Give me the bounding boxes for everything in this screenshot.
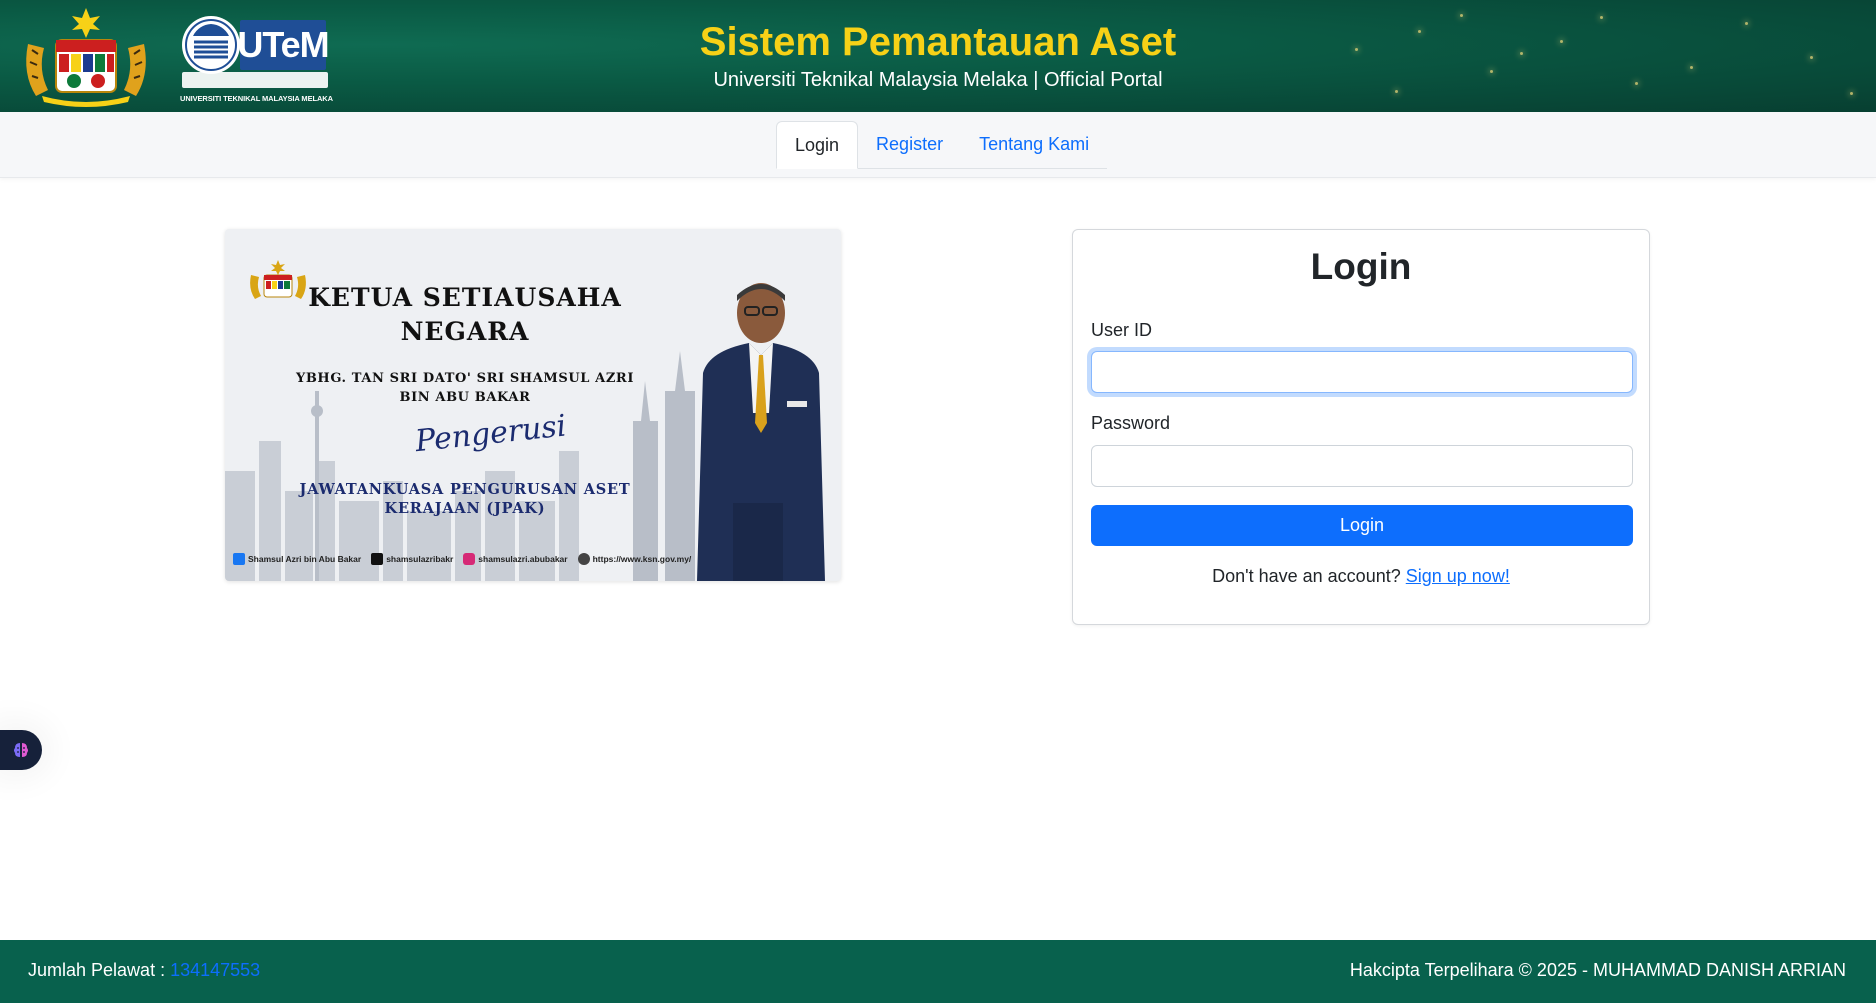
official-portrait-illustration: [697, 283, 825, 581]
banner-name-line2: BIN ABU BAKAR: [399, 390, 531, 405]
social-instagram: shamsulazri.abubakar: [463, 553, 568, 565]
banner-name-line1: YBHG. TAN SRI DATO' SRI SHAMSUL AZRI: [295, 371, 635, 386]
site-footer: Jumlah Pelawat : 134147553 Hakcipta Terp…: [0, 940, 1876, 1003]
signup-link[interactable]: Sign up now!: [1406, 566, 1510, 586]
nav-tabs: Login Register Tentang Kami: [776, 121, 1108, 169]
signup-prompt: Don't have an account? Sign up now!: [1073, 566, 1649, 587]
site-header: UTeM UNIVERSITI TEKNIKAL MALAYSIA MELAKA…: [0, 0, 1876, 112]
globe-icon: [577, 553, 590, 565]
nav-bar: Login Register Tentang Kami: [0, 112, 1876, 178]
visitor-counter: Jumlah Pelawat : 134147553: [28, 960, 260, 981]
visitor-label: Jumlah Pelawat :: [28, 960, 166, 980]
login-button[interactable]: Login: [1091, 505, 1633, 546]
signup-prompt-text: Don't have an account?: [1212, 566, 1401, 586]
instagram-icon: [463, 553, 476, 565]
tab-tentang-kami[interactable]: Tentang Kami: [961, 121, 1107, 168]
copyright-text: Hakcipta Terpelihara © 2025 - MUHAMMAD D…: [1349, 960, 1846, 980]
floating-assistant-button[interactable]: [0, 730, 42, 770]
user-id-input[interactable]: [1091, 351, 1633, 393]
page-subtitle: Universiti Teknikal Malaysia Melaka | Of…: [713, 69, 1163, 91]
password-input[interactable]: [1091, 445, 1633, 487]
banner-committee-line1: JAWATANKUASA PENGURUSAN ASET: [299, 481, 631, 498]
announcement-banner: KETUA SETIAUSAHA NEGARA YBHG. TAN SRI DA…: [225, 229, 841, 581]
social-x: shamsulazribakr: [371, 553, 453, 565]
tab-login[interactable]: Login: [776, 121, 859, 169]
facebook-icon: [233, 553, 245, 565]
x-icon: [371, 553, 384, 565]
social-website: https://www.ksn.gov.my/: [577, 553, 691, 565]
visitor-count: 134147553: [170, 960, 261, 980]
page-title: Sistem Pemantauan Aset: [699, 20, 1177, 64]
password-label: Password: [1091, 413, 1171, 433]
brain-icon: [14, 743, 28, 757]
banner-social-links: Shamsul Azri bin Abu Bakar shamsulazriba…: [233, 553, 691, 565]
banner-committee-line2: KERAJAAN (JPAK): [384, 500, 546, 517]
banner-heading-line2: NEGARA: [400, 317, 530, 346]
banner-heading-line1: KETUA SETIAUSAHA: [308, 283, 622, 312]
tab-register[interactable]: Register: [858, 121, 961, 168]
login-title: Login: [1310, 246, 1412, 287]
login-card: Login User ID Password Login Don't have …: [1072, 229, 1650, 625]
social-facebook: Shamsul Azri bin Abu Bakar: [233, 553, 361, 565]
user-id-label: User ID: [1091, 320, 1153, 340]
utem-caption: UNIVERSITI TEKNIKAL MALAYSIA MELAKA: [180, 94, 333, 103]
